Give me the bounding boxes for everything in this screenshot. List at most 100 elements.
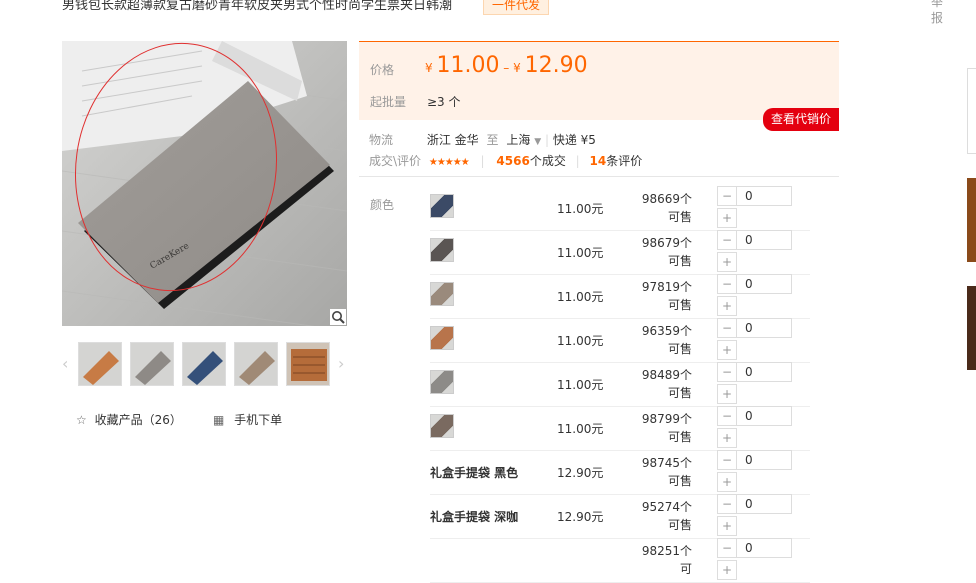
decrease-qty-button[interactable]: − <box>717 494 737 514</box>
decrease-qty-button[interactable]: − <box>717 274 737 294</box>
variant-stock: 98669个可售 <box>641 192 692 224</box>
quantity-input[interactable]: 0 <box>737 362 792 382</box>
increase-qty-button[interactable]: + <box>717 472 737 492</box>
increase-qty-button[interactable]: + <box>717 340 737 360</box>
variant-row: 11.00元 98669个可售 −0 + <box>430 186 810 231</box>
star-outline-icon: ☆ <box>76 413 87 427</box>
variant-swatch[interactable] <box>430 326 454 350</box>
variant-swatch[interactable] <box>430 414 454 438</box>
price-low: 11.00 <box>436 53 500 78</box>
currency-symbol-2: ¥ <box>513 61 521 75</box>
decrease-qty-button[interactable]: − <box>717 406 737 426</box>
variant-row: 礼盒手提袋 深咖 12.90元 95274个可售 −0 + <box>430 494 810 539</box>
quantity-input[interactable]: 0 <box>737 186 792 206</box>
rating-stars-icon: ★★★★★ <box>428 157 470 168</box>
qr-code-icon: ▦ <box>213 413 225 427</box>
ship-to-select[interactable]: 上海 ▼ <box>506 133 541 147</box>
variant-stock: 95274个可售 <box>641 500 692 532</box>
decrease-qty-button[interactable]: − <box>717 186 737 206</box>
variant-stock: 98489个可售 <box>641 368 692 400</box>
decrease-qty-button[interactable]: − <box>717 230 737 250</box>
variant-price: 12.90元 <box>557 510 604 524</box>
quantity-input[interactable]: 0 <box>737 538 792 558</box>
zoom-icon[interactable] <box>330 309 346 325</box>
variant-row: 11.00元 98799个可售 −0 + <box>430 406 810 451</box>
variant-swatch[interactable] <box>430 282 454 306</box>
thumbnail-4[interactable] <box>234 342 278 386</box>
variant-stock: 98799个可售 <box>641 412 692 444</box>
variant-row: 礼盒手提袋 黑色 12.90元 98745个可售 −0 + <box>430 450 810 495</box>
variant-price: 11.00元 <box>557 290 604 304</box>
decrease-qty-button[interactable]: − <box>717 450 737 470</box>
logistics-row: 物流 浙江 金华 至 上海 ▼ | 快递 ¥5 <box>369 131 596 148</box>
main-product-image[interactable]: CareKere <box>62 41 347 326</box>
side-thumb-1[interactable] <box>967 68 976 154</box>
side-thumb-2[interactable] <box>967 178 976 262</box>
price-panel: 价格 ¥ 11.00 – ¥ 12.90 起批量 ≥3 个 <box>359 41 839 120</box>
variant-row: 11.00元 98679个可售 −0 + <box>430 230 810 275</box>
increase-qty-button[interactable]: + <box>717 296 737 316</box>
decrease-qty-button[interactable]: − <box>717 538 737 558</box>
report-char-1: 举 <box>931 0 944 9</box>
thumb-prev-arrow-icon[interactable]: ‹ <box>62 354 68 373</box>
variant-swatch[interactable] <box>430 370 454 394</box>
ship-to-value: 上海 <box>506 133 531 147</box>
dropship-tag[interactable]: 一件代发 <box>483 0 550 15</box>
quantity-input[interactable]: 0 <box>737 230 792 250</box>
wallet-photo: CareKere <box>62 41 347 326</box>
price-range: ¥ 11.00 – ¥ 12.90 <box>425 53 588 78</box>
product-title: 男钱包长款超薄款复古磨砂青年软皮夹男式个性时尚学生票夹日韩潮 <box>62 0 453 13</box>
deal-count-suffix: 个成交 <box>529 154 566 168</box>
favorite-button[interactable]: ☆ 收藏产品（26） <box>76 411 182 428</box>
variant-price: 11.00元 <box>557 246 604 260</box>
section-divider <box>359 176 839 177</box>
chevron-down-icon: ▼ <box>534 137 542 147</box>
variant-row: 11.00元 98489个可售 −0 + <box>430 362 810 407</box>
quantity-input[interactable]: 0 <box>737 406 792 426</box>
view-agent-price-button[interactable]: 查看代销价 <box>763 108 839 131</box>
decrease-qty-button[interactable]: − <box>717 362 737 382</box>
variant-row: 98251个可 −0 + <box>430 538 810 583</box>
variant-stock: 96359个可售 <box>641 324 692 356</box>
currency-symbol: ¥ <box>425 61 433 75</box>
quantity-input[interactable]: 0 <box>737 318 792 338</box>
variant-price: 11.00元 <box>557 202 604 216</box>
variant-price: 11.00元 <box>557 378 604 392</box>
divider: | <box>480 154 485 168</box>
variant-stock: 97819个可售 <box>641 280 692 312</box>
mobile-order-label: 手机下单 <box>234 413 283 427</box>
logistics-label: 物流 <box>369 133 394 147</box>
variant-row: 11.00元 96359个可售 −0 + <box>430 318 810 363</box>
variant-row: 11.00元 97819个可售 −0 + <box>430 274 810 319</box>
thumbnail-1[interactable] <box>78 342 122 386</box>
price-high: 12.90 <box>524 53 588 78</box>
moq-label: 起批量 <box>370 95 407 109</box>
to-word: 至 <box>486 133 499 147</box>
increase-qty-button[interactable]: + <box>717 560 737 580</box>
thumb-next-arrow-icon[interactable]: › <box>338 354 344 373</box>
review-count[interactable]: 14 <box>590 154 607 168</box>
report-link[interactable]: 举 报 <box>931 0 945 26</box>
quantity-input[interactable]: 0 <box>737 494 792 514</box>
thumbnail-5[interactable] <box>286 342 330 386</box>
increase-qty-button[interactable]: + <box>717 384 737 404</box>
variant-swatch[interactable] <box>430 238 454 262</box>
decrease-qty-button[interactable]: − <box>717 318 737 338</box>
increase-qty-button[interactable]: + <box>717 208 737 228</box>
quantity-input[interactable]: 0 <box>737 450 792 470</box>
increase-qty-button[interactable]: + <box>717 428 737 448</box>
thumbnail-2[interactable] <box>130 342 174 386</box>
side-thumb-3[interactable] <box>967 286 976 370</box>
increase-qty-button[interactable]: + <box>717 252 737 272</box>
mobile-order-button[interactable]: ▦ 手机下单 <box>213 411 282 428</box>
price-dash: – <box>503 61 510 75</box>
variant-name: 礼盒手提袋 深咖 <box>430 510 519 524</box>
increase-qty-button[interactable]: + <box>717 516 737 536</box>
thumbnail-3[interactable] <box>182 342 226 386</box>
variant-stock: 98251个可 <box>641 544 692 576</box>
quantity-input[interactable]: 0 <box>737 274 792 294</box>
variant-swatch[interactable] <box>430 194 454 218</box>
ship-from: 浙江 金华 <box>426 133 479 147</box>
deal-count[interactable]: 4566 <box>496 154 529 168</box>
variant-stock: 98679个可售 <box>641 236 692 268</box>
